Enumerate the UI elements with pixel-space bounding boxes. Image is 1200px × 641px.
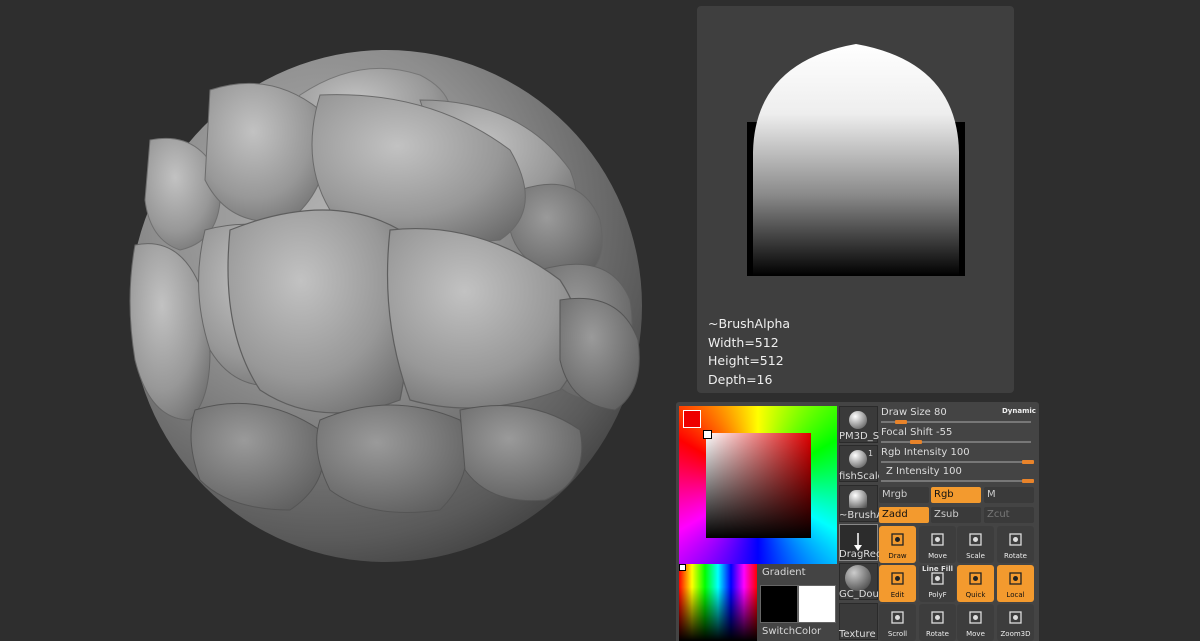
brush-label: fishScale [839, 471, 879, 482]
tool-label: Scroll [887, 630, 908, 638]
secondary-color-black[interactable] [760, 585, 798, 623]
move-view-icon [969, 611, 982, 624]
secondary-color-white[interactable] [798, 585, 836, 623]
slider-rgb-intensity[interactable]: Rgb Intensity 100 [881, 447, 970, 458]
brush-icon [849, 450, 867, 468]
color-marker[interactable] [703, 430, 712, 439]
sculpted-sphere-model[interactable] [0, 0, 690, 641]
draw-icon [891, 533, 904, 546]
tool-edit-button[interactable]: Edit [879, 565, 916, 602]
tool-move-button[interactable]: Move [919, 526, 956, 563]
tool-scroll-button[interactable]: Scroll [879, 604, 916, 641]
mode-mrgb-button[interactable]: Mrgb [879, 487, 929, 503]
tool-move-button[interactable]: Move [957, 604, 994, 641]
rotate-view-icon [931, 611, 944, 624]
tool-label: Zoom3D [1000, 630, 1031, 638]
slider-track[interactable] [881, 480, 1031, 482]
tool-scale-button[interactable]: Scale [957, 526, 994, 563]
slider-knob[interactable] [1022, 460, 1034, 464]
brush-alpha-thumbnail [747, 44, 965, 276]
tool-label: Move [966, 630, 985, 638]
tool-palette: Gradient SwitchColor PM3D_S 1 fishScale … [676, 402, 1039, 641]
edit-icon [891, 572, 904, 585]
alpha-name: ~BrushAlpha [708, 316, 791, 331]
alpha-info: ~BrushAlpha Width=512 Height=512 Depth=1… [708, 315, 790, 389]
slider-z-intensity[interactable]: Z Intensity 100 [886, 466, 962, 477]
color-picker[interactable] [679, 406, 839, 564]
mode-zadd-button[interactable]: Zadd [879, 507, 929, 523]
slider-knob[interactable] [909, 440, 922, 444]
tool-label: Local [1006, 591, 1025, 599]
tool-rotate-button[interactable]: Rotate [919, 604, 956, 641]
slider-draw-size[interactable]: Draw Size 80 [881, 407, 947, 418]
tool-label: Rotate [1004, 552, 1027, 560]
tool-label: Draw [888, 552, 907, 560]
tool-zoom3d-button[interactable]: Zoom3D [997, 604, 1034, 641]
stroke-label: DragRec [839, 549, 879, 560]
slider-track[interactable] [881, 461, 1031, 463]
alpha-preview-panel: ~BrushAlpha Width=512 Height=512 Depth=1… [697, 6, 1014, 393]
spectrum-marker [679, 564, 686, 571]
scroll-icon [891, 611, 904, 624]
tool-label: Quick [965, 591, 986, 599]
alpha-width: Width=512 [708, 334, 779, 350]
mode-zcut-button[interactable]: Zcut [984, 507, 1034, 523]
tool-label: Edit [890, 591, 905, 599]
dynamic-button[interactable]: Dynamic [1002, 407, 1036, 415]
brush-count: 1 [868, 449, 874, 458]
mode-zsub-button[interactable]: Zsub [931, 507, 981, 523]
tool-label: Scale [966, 552, 985, 560]
alpha-height: Height=512 [708, 353, 784, 368]
color-spectrum[interactable] [679, 564, 757, 641]
alpha-depth: Depth=16 [708, 371, 773, 387]
alpha-icon [849, 490, 867, 508]
rotate-icon [1009, 533, 1022, 546]
move-icon [931, 533, 944, 546]
slider-knob[interactable] [895, 420, 908, 424]
texture-label: Texture [839, 629, 876, 640]
tool-label: Rotate [926, 630, 949, 638]
slider-focal-shift[interactable]: Focal Shift -55 [881, 427, 952, 438]
tool-rotate-button[interactable]: Rotate [997, 526, 1034, 563]
local-icon [1009, 572, 1022, 585]
gradient-toggle[interactable]: Gradient [762, 567, 806, 578]
tool-local-button[interactable]: Local [997, 565, 1034, 602]
main-color-swatch[interactable] [683, 410, 701, 428]
switchcolor-button[interactable]: SwitchColor [762, 626, 821, 637]
zoom3d-icon [1009, 611, 1022, 624]
slider-knob[interactable] [1022, 479, 1034, 483]
tool-top-label: Line Fill [921, 565, 953, 573]
saturation-value-square[interactable] [706, 433, 811, 538]
tool-label: PolyF [928, 591, 947, 599]
material-gc-label: GC_Dou [839, 589, 879, 600]
tool-polyf-button[interactable]: Line Fill PolyF [919, 565, 956, 602]
tool-draw-button[interactable]: Draw [879, 526, 916, 563]
sphere-material-icon [849, 411, 867, 429]
mode-rgb-button[interactable]: Rgb [931, 487, 981, 503]
quick-icon [969, 572, 982, 585]
tool-label: Move [928, 552, 947, 560]
slider-track[interactable] [881, 441, 1031, 443]
tool-quick-button[interactable]: Quick [957, 565, 994, 602]
alpha-label: ~BrushA [839, 510, 879, 521]
material-label: PM3D_S [839, 431, 879, 442]
mode-m-button[interactable]: M [984, 487, 1034, 503]
scale-icon [969, 533, 982, 546]
material-icon [845, 565, 871, 591]
viewport-canvas[interactable] [0, 0, 690, 641]
